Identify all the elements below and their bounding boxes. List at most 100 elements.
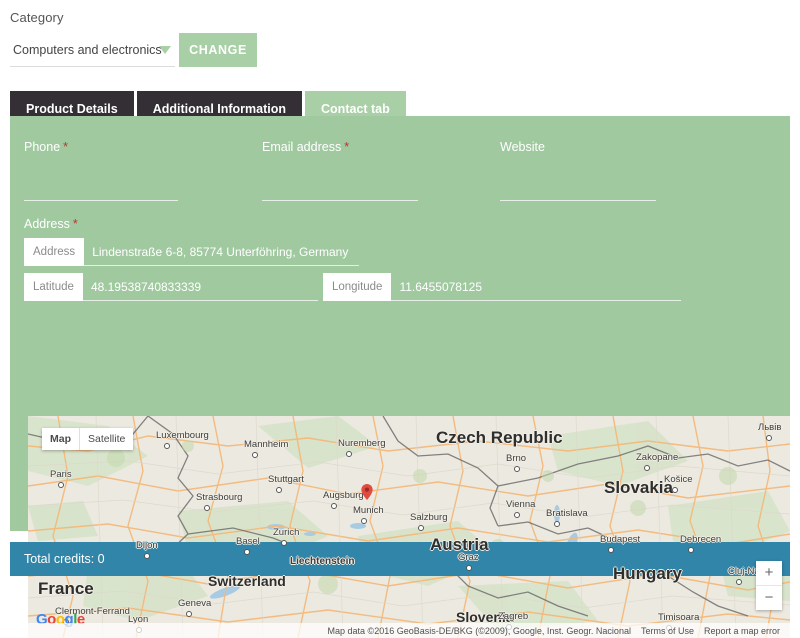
map-country-label: Hungary — [613, 564, 682, 583]
map-city-dot — [144, 553, 150, 559]
map-city-dot — [644, 465, 650, 471]
map-city-dot — [331, 503, 337, 509]
map-city-label: Košice — [664, 474, 693, 485]
map-city-dot — [276, 487, 282, 493]
address-input[interactable] — [84, 238, 360, 266]
map-city-label: Budapest — [600, 534, 641, 545]
map-city-dot — [346, 451, 352, 457]
latlng-row: Latitude Longitude — [24, 273, 790, 301]
category-row: Computers and electronics CHANGE — [10, 33, 800, 67]
website-label: Website — [500, 140, 738, 154]
map-city-label: Timisoara — [658, 612, 700, 623]
map-city-label: Zagreb — [498, 611, 529, 622]
map-city-label: Mannheim — [244, 439, 289, 450]
map-canvas — [28, 416, 790, 638]
map-city-dot — [252, 452, 258, 458]
map-country-label: France — [38, 579, 94, 598]
map-city-dot — [58, 482, 64, 488]
map-city-dot — [361, 518, 367, 524]
phone-field-group: Phone * — [24, 140, 262, 201]
map-type-satellite-button[interactable]: Satellite — [79, 428, 133, 450]
address-required-mark: * — [72, 217, 78, 231]
map-country-label: Liechtenstein — [290, 556, 355, 567]
address-section-label: Address * — [24, 217, 790, 231]
map-marker-icon[interactable] — [359, 484, 375, 500]
latitude-input-group: Latitude — [24, 273, 318, 301]
map-city-label: Basel — [236, 536, 260, 547]
map-city-label: Zakopane — [636, 452, 679, 463]
map-city-label: Paris — [50, 469, 72, 480]
map-city-dot — [672, 487, 678, 493]
phone-label-text: Phone — [24, 140, 61, 154]
address-addon-label: Address — [24, 238, 85, 266]
phone-input[interactable] — [24, 168, 178, 201]
map-city-dot — [244, 549, 250, 555]
address-section: Address* Address Latitude Longitude — [10, 201, 790, 301]
map-city-dot — [466, 565, 472, 571]
map-city-label: Augsburg — [323, 490, 364, 501]
terms-of-use-link[interactable]: Terms of Use — [641, 626, 694, 636]
zoom-in-button[interactable]: + — [756, 561, 782, 585]
zoom-out-button[interactable]: − — [756, 585, 782, 610]
map-city-label: Brno — [506, 453, 527, 464]
map-type-control: Map Satellite — [42, 428, 134, 450]
longitude-input-group: Longitude — [322, 273, 682, 301]
map-city-dot — [688, 547, 694, 553]
map-city-label: Bratislava — [546, 508, 588, 519]
location-map[interactable]: Map Satellite + − Czech Republic Slovakia… — [28, 416, 790, 638]
map-city-label: Dijon — [136, 540, 158, 551]
map-attribution-text: Map data ©2016 GeoBasis-DE/BKG (©2009), … — [327, 625, 631, 636]
contact-tab-panel: Phone * Email address * Website Address * A… — [10, 116, 790, 638]
address-input-group: Address — [24, 238, 790, 266]
map-city-label: Geneva — [178, 598, 212, 609]
website-field-group: Website — [500, 140, 738, 201]
map-city-dot — [608, 547, 614, 553]
map-city-label: Vienna — [506, 499, 536, 510]
map-city-dot — [514, 466, 520, 472]
map-country-label: Slovakia — [604, 478, 673, 497]
map-city-dot — [766, 435, 772, 441]
map-country-label: Switzerland — [208, 573, 286, 589]
phone-required-mark: * — [63, 140, 69, 154]
map-city-label: Nuremberg — [338, 438, 386, 449]
total-credits-text: Total credits: 0 — [24, 552, 105, 566]
map-city-label: Львів — [758, 422, 782, 433]
category-select-value: Computers and electronics — [13, 42, 162, 57]
map-city-dot — [514, 512, 520, 518]
map-city-label: Strasbourg — [196, 492, 243, 503]
map-city-dot — [736, 579, 742, 585]
map-city-label: Salzburg — [410, 512, 448, 523]
website-input[interactable] — [500, 168, 656, 201]
map-city-dot — [164, 443, 170, 449]
chevron-down-icon — [159, 45, 171, 54]
email-input[interactable] — [262, 168, 418, 201]
map-city-dot — [281, 540, 287, 546]
change-button[interactable]: CHANGE — [179, 33, 257, 67]
map-city-dot — [204, 505, 210, 511]
category-select[interactable]: Computers and electronics — [10, 33, 175, 67]
longitude-input[interactable] — [391, 273, 682, 301]
map-city-label: Debrecen — [680, 534, 722, 545]
category-block: Category Computers and electronics CHANG… — [0, 0, 800, 67]
map-city-dot — [186, 611, 192, 617]
map-city-label: Stuttgart — [268, 474, 304, 485]
map-city-dot — [554, 521, 560, 527]
email-field-group: Email address * — [262, 140, 500, 201]
latitude-addon-label: Latitude — [24, 273, 83, 301]
report-map-error-link[interactable]: Report a map error — [704, 626, 780, 636]
map-city-label: Graz — [458, 552, 479, 563]
map-country-label: Czech Republic — [436, 428, 563, 447]
contact-fields-row: Phone * Email address * Website — [10, 116, 790, 201]
map-zoom-control: + − — [756, 561, 782, 610]
category-label: Category — [10, 10, 64, 25]
map-city-label: Luxembourg — [156, 430, 209, 441]
email-required-mark: * — [344, 140, 350, 154]
email-label-text: Email address — [262, 140, 342, 154]
longitude-addon-label: Longitude — [322, 273, 392, 301]
address-label-text: Address — [24, 217, 70, 231]
map-city-label: Zurich — [273, 527, 300, 538]
map-city-dot — [418, 525, 424, 531]
map-type-map-button[interactable]: Map — [42, 428, 79, 450]
phone-label: Phone * — [24, 140, 262, 154]
latitude-input[interactable] — [82, 273, 318, 301]
